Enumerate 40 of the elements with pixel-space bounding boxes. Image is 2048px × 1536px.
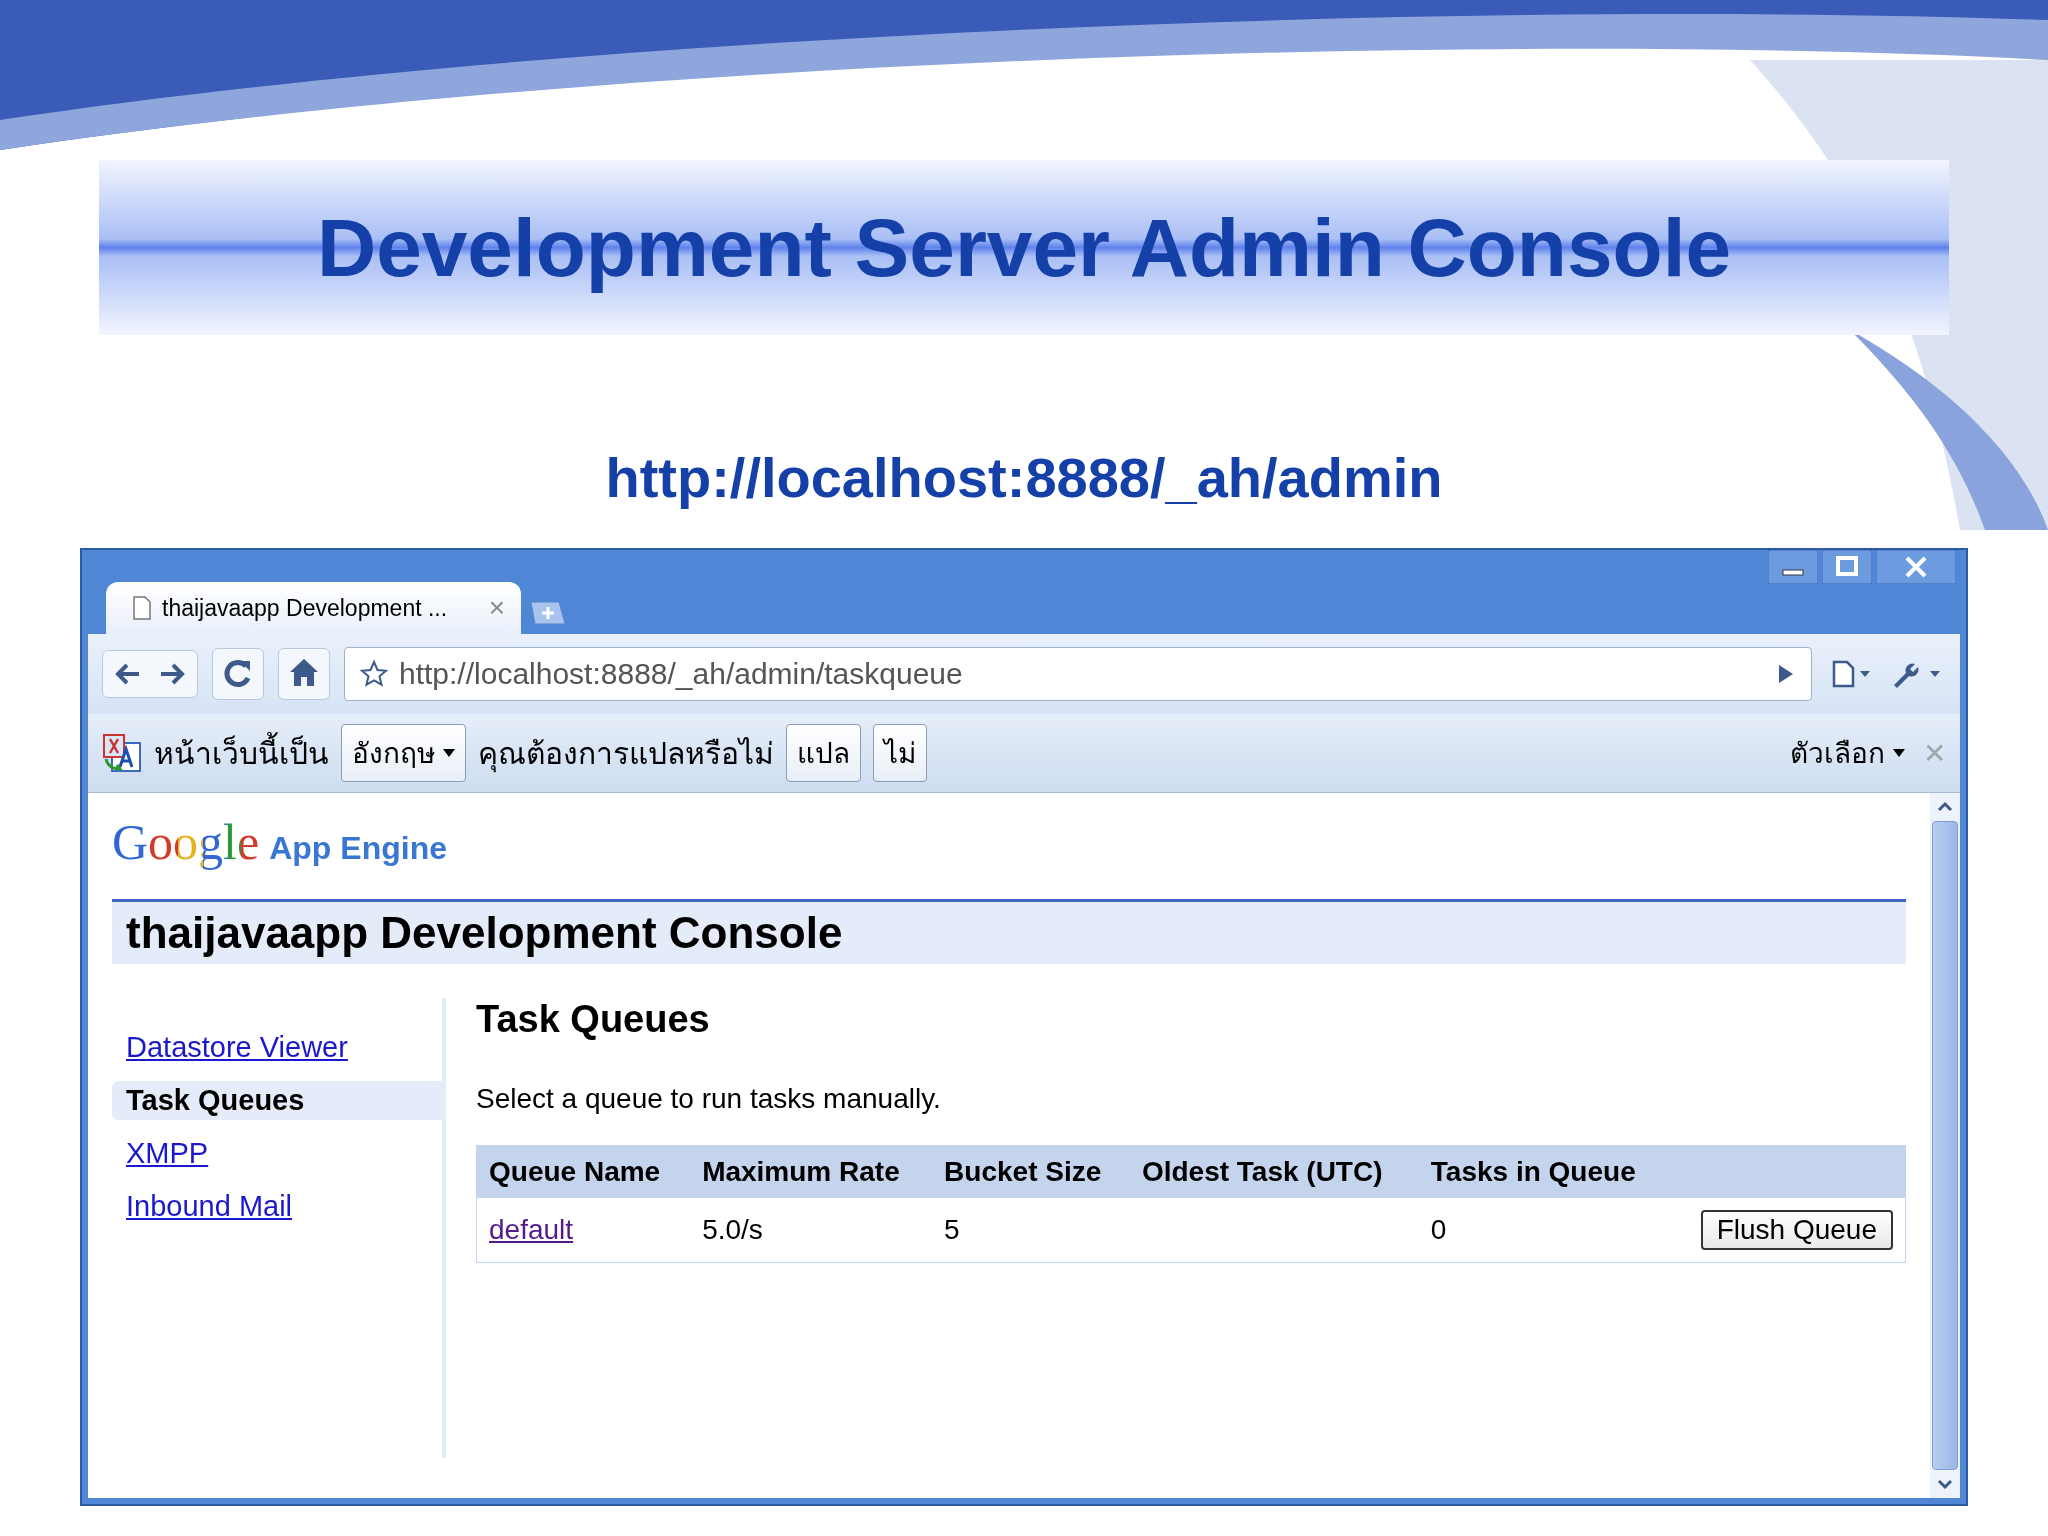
nav-link[interactable]: XMPP <box>112 1134 442 1173</box>
column-header: Maximum Rate <box>702 1156 900 1187</box>
section-title: Task Queues <box>476 998 711 1041</box>
nav-link[interactable]: Task Queues <box>112 1081 442 1120</box>
console-header: thaijavaapp Development Console <box>112 899 1906 964</box>
column-header: Queue Name <box>489 1156 661 1187</box>
translate-icon <box>102 733 142 773</box>
options-menu[interactable]: ตัวเลือก <box>1784 730 1911 776</box>
close-icon[interactable] <box>1876 550 1956 584</box>
nav-link[interactable]: Datastore Viewer <box>112 1028 442 1067</box>
table-cell: 5 <box>944 1214 960 1245</box>
tab-title: thaijavaapp Development ... <box>162 594 448 622</box>
caret-icon <box>443 749 455 757</box>
nav-link[interactable]: Inbound Mail <box>112 1187 442 1226</box>
translate-button[interactable]: ไม่ <box>873 724 927 782</box>
queue-link[interactable]: default <box>489 1214 574 1245</box>
browser-tab[interactable]: thaijavaapp Development ... × <box>106 582 521 634</box>
column-header: Bucket Size <box>944 1156 1102 1187</box>
home-icon[interactable] <box>278 648 330 700</box>
translate-prompt: หน้าเว็บนี้เป็น <box>154 729 329 777</box>
language-dropdown[interactable]: อังกฤษ <box>341 724 466 782</box>
star-icon[interactable] <box>359 659 389 689</box>
description: Select a queue to run tasks manually. <box>476 1083 942 1115</box>
new-tab-button[interactable] <box>527 600 567 626</box>
address-bar[interactable]: http://localhost:8888/_ah/admin/taskqueue <box>344 647 1812 701</box>
maximize-icon[interactable] <box>1822 550 1872 584</box>
table-cell: 0 <box>1430 1214 1447 1245</box>
minimize-icon[interactable] <box>1768 550 1818 584</box>
page-icon <box>132 596 152 620</box>
caret-icon <box>1893 749 1905 757</box>
translate-button[interactable]: แปล <box>786 724 861 782</box>
flush-queue-button[interactable]: Flush Queue <box>1700 1210 1893 1250</box>
column-header: Oldest Task (UTC) <box>1141 1156 1383 1187</box>
column-header: Tasks in Queue <box>1430 1156 1636 1187</box>
slide-title: Development Server Admin Console <box>316 200 1732 295</box>
reload-icon[interactable] <box>212 648 264 700</box>
product-name: App Engine <box>269 830 447 867</box>
table-cell: 5.0/s <box>702 1214 763 1245</box>
translate-question: คุณต้องการแปลหรือไม่ <box>478 734 774 775</box>
slide-subtitle: http://localhost:8888/_ah/admin <box>605 445 1443 510</box>
